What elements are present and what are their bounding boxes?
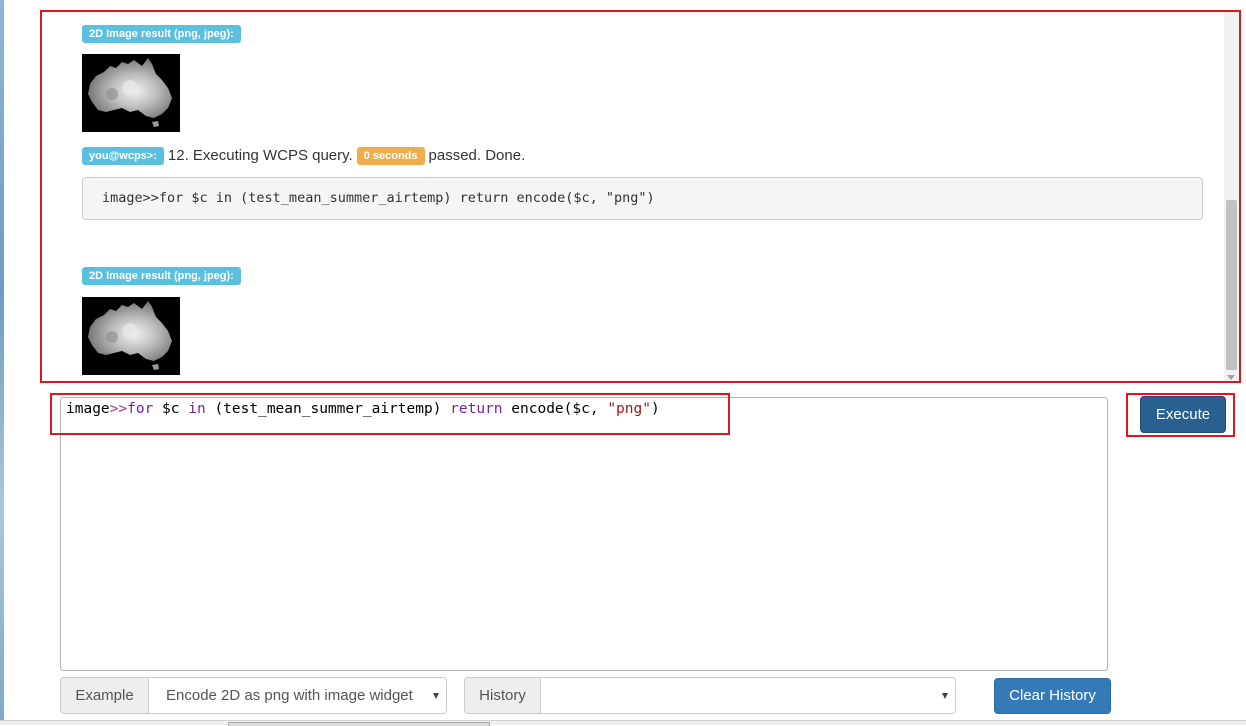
dropdown-caret-icon	[942, 693, 948, 699]
status-message: 12. Executing WCPS query.	[167, 147, 353, 164]
example-label: Example	[60, 677, 149, 714]
australia-map-image	[88, 58, 172, 127]
query-editor[interactable]: image>>for $c in (test_mean_summer_airte…	[60, 397, 1108, 671]
prompt-badge: you@wcps>:	[82, 147, 164, 165]
console-scrollbar[interactable]	[1224, 12, 1239, 381]
result-image	[82, 54, 180, 132]
bottom-tab[interactable]	[228, 722, 490, 726]
history-label: History	[464, 677, 541, 714]
scrollbar-thumb[interactable]	[1226, 200, 1237, 370]
window-left-edge	[0, 0, 4, 725]
example-select[interactable]: Encode 2D as png with image widget	[148, 677, 447, 714]
result-image	[82, 297, 180, 375]
console-content: 2D Image result (png, jpeg): you@wcps>: 1…	[42, 12, 1222, 381]
output-console[interactable]: 2D Image result (png, jpeg): you@wcps>: 1…	[40, 10, 1241, 383]
history-select[interactable]	[540, 677, 956, 714]
scroll-down-arrow-icon[interactable]	[1227, 375, 1235, 380]
executed-query: image>>for $c in (test_mean_summer_airte…	[82, 177, 1203, 220]
dropdown-caret-icon	[433, 693, 439, 699]
elapsed-time-badge: 0 seconds	[356, 147, 425, 165]
clear-history-button[interactable]: Clear History	[994, 678, 1111, 714]
bottom-panel-edge	[0, 720, 1246, 726]
result-type-badge: 2D Image result (png, jpeg):	[82, 25, 241, 43]
australia-map-image	[88, 301, 172, 370]
execute-highlight-box	[1126, 393, 1235, 437]
code-highlight-box	[50, 393, 730, 435]
query-status-line: you@wcps>: 12. Executing WCPS query. 0 sec…	[82, 146, 525, 166]
result-type-badge: 2D Image result (png, jpeg):	[82, 267, 241, 285]
status-result: passed. Done.	[428, 147, 526, 164]
example-selected-value: Encode 2D as png with image widget	[166, 687, 413, 704]
